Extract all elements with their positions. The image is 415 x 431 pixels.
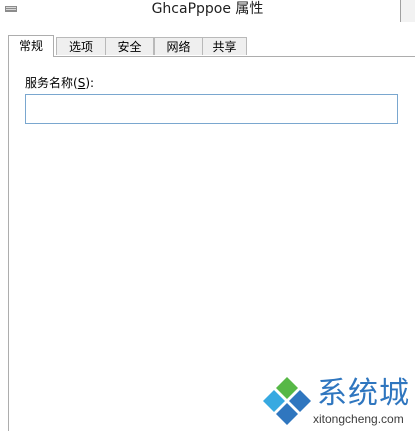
tab-sharing[interactable]: 共享 bbox=[202, 37, 247, 55]
watermark-name: 系统城 bbox=[317, 376, 410, 411]
watermark-domain: xitongcheng.com bbox=[313, 412, 404, 426]
close-button-edge[interactable] bbox=[400, 0, 415, 22]
tab-options[interactable]: 选项 bbox=[56, 37, 106, 55]
service-name-label-suffix: ): bbox=[85, 76, 95, 90]
tab-general[interactable]: 常规 bbox=[8, 35, 54, 57]
xitongcheng-logo-icon bbox=[263, 377, 311, 425]
tab-strip: 常规 选项 安全 网络 共享 bbox=[8, 35, 408, 57]
watermark: 系统城 xitongcheng.com bbox=[259, 374, 415, 431]
service-name-input[interactable] bbox=[25, 94, 398, 124]
service-name-label-prefix: 服务名称( bbox=[25, 76, 78, 90]
title-bar: GhcaPppoe 属性 bbox=[0, 0, 415, 24]
tab-networking[interactable]: 网络 bbox=[154, 37, 203, 55]
service-name-label: 服务名称(S): bbox=[25, 74, 94, 91]
window-title: GhcaPppoe 属性 bbox=[151, 1, 264, 17]
properties-window: GhcaPppoe 属性 常规 选项 安全 网络 共享 服务名称(S): 系统城… bbox=[0, 0, 415, 431]
tab-security[interactable]: 安全 bbox=[105, 37, 154, 55]
